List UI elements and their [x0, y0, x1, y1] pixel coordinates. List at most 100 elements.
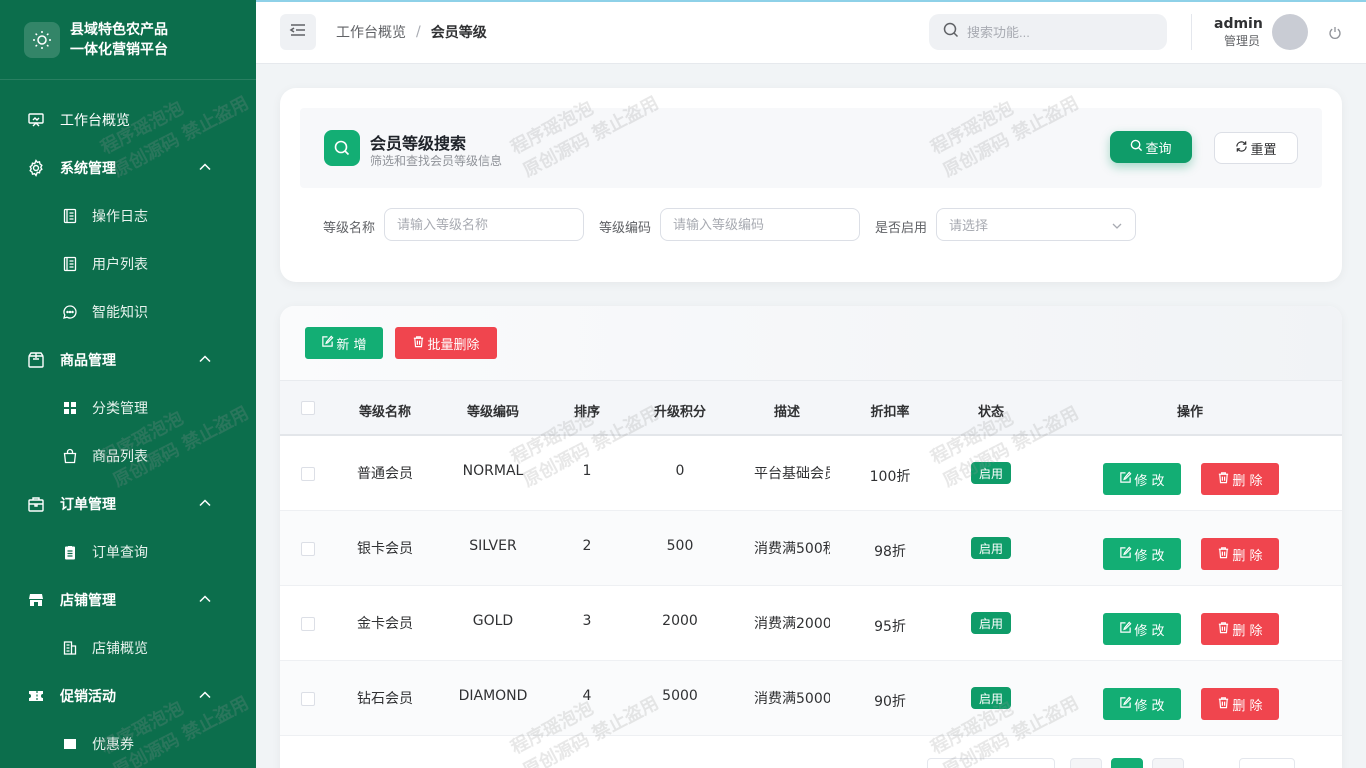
edit-button[interactable]: 修 改 — [1103, 688, 1181, 720]
add-button[interactable]: 新 增 — [305, 327, 383, 359]
user-role: 管理员 — [1223, 34, 1260, 48]
delete-button[interactable]: 删 除 — [1201, 688, 1279, 720]
edit-button[interactable]: 修 改 — [1103, 463, 1181, 495]
cell-desc: 消费满500积分 — [754, 541, 830, 557]
row-checkbox[interactable] — [301, 617, 315, 631]
table-row: 银卡会员 SILVER 2 500 消费满500积分 98折 启用 修 改 删 … — [280, 511, 1342, 586]
status-badge: 启用 — [971, 537, 1011, 559]
sidebar-item-system[interactable]: 系统管理 — [0, 144, 256, 192]
next-page-button[interactable] — [1152, 758, 1184, 768]
level-name-input[interactable] — [384, 208, 584, 241]
ticket-icon — [26, 686, 46, 706]
cell-points: 2000 — [662, 613, 698, 629]
edit-icon — [321, 334, 336, 352]
sidebar-item-goods[interactable]: 商品管理 — [0, 336, 256, 384]
user-info[interactable]: admin 管理员 — [1214, 15, 1263, 49]
edit-icon — [1119, 620, 1134, 638]
query-button-label: 查询 — [1145, 141, 1172, 157]
cell-desc: 消费满5000积分 — [754, 691, 830, 707]
delete-button[interactable]: 删 除 — [1201, 613, 1279, 645]
row-checkbox[interactable] — [301, 467, 315, 481]
enabled-select[interactable]: 请选择 — [936, 208, 1136, 241]
cell-points: 5000 — [662, 688, 698, 704]
app-title: 县域特色农产品 一体化营销平台 — [70, 20, 168, 60]
sidebar-item-label: 优惠券 — [92, 737, 134, 753]
sidebar-item-coupon[interactable]: 优惠券 — [0, 720, 256, 768]
clipboard-icon — [60, 542, 80, 562]
power-icon[interactable] — [1328, 26, 1342, 44]
sidebar-item-user-list[interactable]: 用户列表 — [0, 240, 256, 288]
sidebar-item-dashboard[interactable]: 工作台概览 — [0, 96, 256, 144]
cell-discount: 95折 — [874, 619, 906, 635]
cell-code: NORMAL — [462, 463, 524, 479]
cell-points: 500 — [666, 538, 694, 554]
query-button[interactable]: 查询 — [1110, 131, 1192, 163]
search-icon — [943, 22, 959, 42]
level-code-input[interactable] — [660, 208, 860, 241]
row-checkbox[interactable] — [301, 692, 315, 706]
column-header-points: 升级积分 — [653, 405, 706, 420]
sidebar-item-goods-list[interactable]: 商品列表 — [0, 432, 256, 480]
column-header-discount: 折扣率 — [870, 405, 910, 420]
page-number-current[interactable] — [1111, 758, 1143, 768]
prev-page-button[interactable] — [1070, 758, 1102, 768]
header-search-input[interactable] — [967, 24, 1147, 40]
sidebar-item-label: 订单查询 — [92, 545, 148, 561]
breadcrumb-home[interactable]: 工作台概览 — [336, 22, 406, 42]
header-search[interactable] — [929, 14, 1167, 50]
bag-icon — [60, 446, 80, 466]
sidebar-item-label: 用户列表 — [92, 257, 148, 273]
edit-button[interactable]: 修 改 — [1103, 613, 1181, 645]
sidebar-item-label: 订单管理 — [60, 497, 116, 513]
avatar[interactable] — [1272, 14, 1308, 50]
delete-button[interactable]: 删 除 — [1201, 538, 1279, 570]
app-title-line1: 县域特色农产品 — [70, 21, 168, 38]
cell-name: 普通会员 — [357, 466, 413, 482]
sidebar-item-label: 店铺管理 — [60, 593, 116, 609]
trash-icon — [1217, 546, 1232, 563]
chevron-up-icon — [198, 352, 212, 370]
chat-icon — [60, 302, 80, 322]
select-all-checkbox[interactable] — [301, 401, 315, 415]
sidebar-item-promotion[interactable]: 促销活动 — [0, 672, 256, 720]
batch-delete-button[interactable]: 批量删除 — [395, 327, 497, 359]
sidebar-item-store-overview[interactable]: 店铺概览 — [0, 624, 256, 672]
chevron-up-icon — [198, 592, 212, 610]
status-badge: 启用 — [971, 612, 1011, 634]
sidebar-item-category[interactable]: 分类管理 — [0, 384, 256, 432]
document-icon — [60, 254, 80, 274]
edit-button[interactable]: 修 改 — [1103, 538, 1181, 570]
sidebar-item-label: 商品管理 — [60, 353, 116, 369]
page-size-select[interactable] — [927, 758, 1055, 768]
table-toolbar: 新 增 批量删除 — [280, 306, 1342, 380]
reset-button-label: 重置 — [1250, 142, 1277, 158]
trash-icon — [1217, 621, 1232, 638]
table-row: 普通会员 NORMAL 1 0 平台基础会员 100折 启用 修 改 删 除 — [280, 436, 1342, 511]
sidebar-item-label: 操作日志 — [92, 209, 148, 225]
level-code-label: 等级编码 — [599, 221, 652, 236]
breadcrumb-current: 会员等级 — [430, 25, 487, 41]
reset-button[interactable]: 重置 — [1214, 132, 1298, 164]
cell-desc: 平台基础会员 — [754, 466, 830, 482]
add-button-label: 新 增 — [336, 337, 367, 353]
package-icon — [26, 350, 46, 370]
sidebar-item-store[interactable]: 店铺管理 — [0, 576, 256, 624]
sidebar-item-label: 智能知识 — [92, 305, 148, 321]
cell-sort: 4 — [582, 688, 592, 704]
cell-name: 金卡会员 — [357, 616, 413, 632]
cell-points: 0 — [675, 463, 685, 479]
column-header-status: 状态 — [977, 405, 1004, 420]
page-jump-input[interactable] — [1239, 758, 1295, 768]
delete-button[interactable]: 删 除 — [1201, 463, 1279, 495]
sidebar-item-operation-log[interactable]: 操作日志 — [0, 192, 256, 240]
menu-fold-icon — [289, 21, 307, 43]
sidebar-item-knowledge[interactable]: 智能知识 — [0, 288, 256, 336]
menu-toggle-button[interactable] — [280, 14, 316, 50]
delete-button-label: 删 除 — [1232, 473, 1263, 489]
status-badge: 启用 — [971, 462, 1011, 484]
column-header-desc: 描述 — [773, 405, 800, 420]
row-checkbox[interactable] — [301, 542, 315, 556]
chevron-up-icon — [198, 688, 212, 706]
sidebar-item-orders[interactable]: 订单管理 — [0, 480, 256, 528]
sidebar-item-order-query[interactable]: 订单查询 — [0, 528, 256, 576]
